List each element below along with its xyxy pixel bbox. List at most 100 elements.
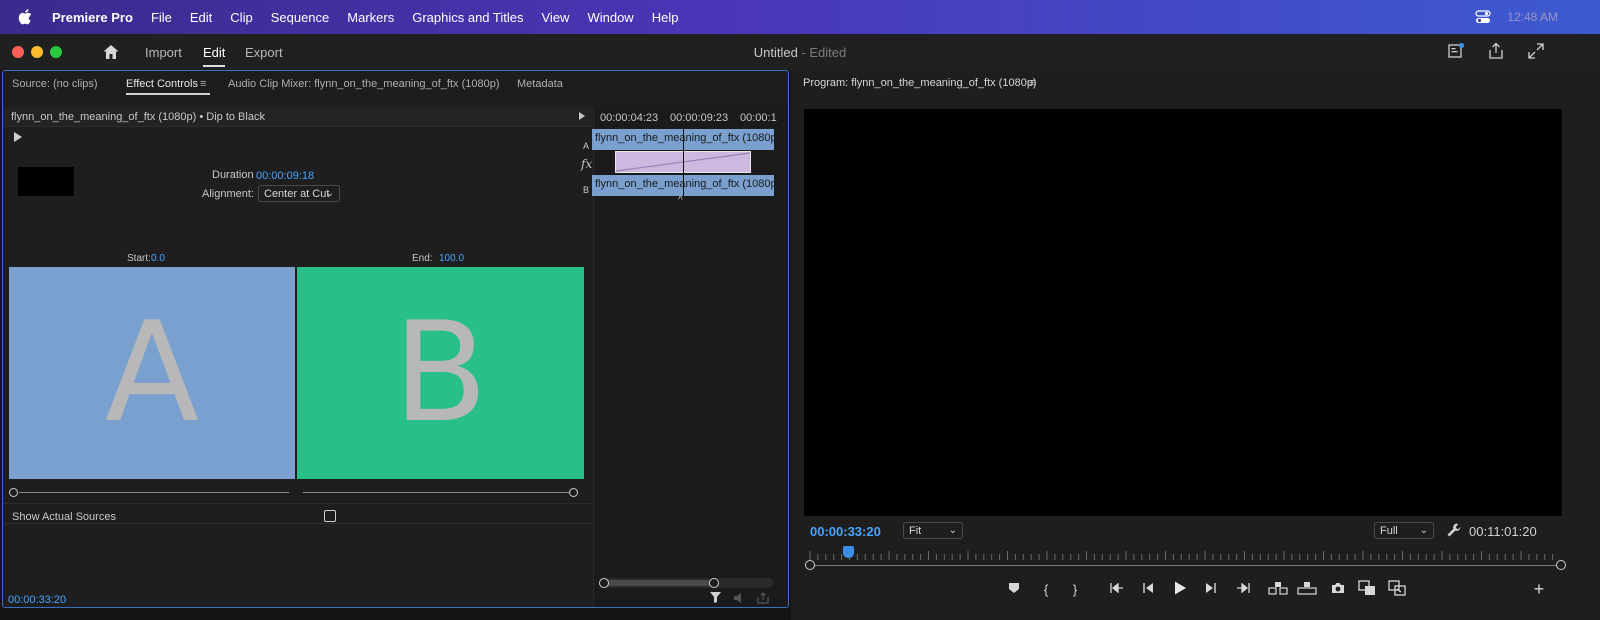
- program-current-timecode[interactable]: 00:00:33:20: [810, 524, 881, 539]
- tab-effect-controls[interactable]: Effect Controls: [126, 78, 198, 90]
- menu-edit[interactable]: Edit: [190, 10, 212, 25]
- timeline-playhead[interactable]: [683, 126, 684, 199]
- duration-value[interactable]: 00:00:09:18: [256, 170, 314, 182]
- go-to-out-icon[interactable]: [1235, 581, 1251, 595]
- menu-markers[interactable]: Markers: [347, 10, 394, 25]
- comparison-view-icon[interactable]: [1358, 580, 1376, 596]
- settings-wrench-icon[interactable]: [1446, 522, 1462, 538]
- tab-edit[interactable]: Edit: [203, 45, 225, 60]
- alignment-dropdown[interactable]: Center at Cut ⌄: [258, 185, 340, 202]
- preview-clip-b: B: [297, 267, 584, 479]
- program-playhead-marker[interactable]: [842, 546, 854, 558]
- menu-bar-clock: 12:48 AM: [1507, 10, 1558, 24]
- home-icon[interactable]: [102, 43, 120, 61]
- menu-app-name[interactable]: Premiere Pro: [52, 10, 133, 25]
- scrollbar-right-handle[interactable]: [709, 578, 719, 588]
- macos-menu-bar: Premiere Pro File Edit Clip Sequence Mar…: [0, 0, 1600, 34]
- clip-b-name: flynn_on_the_meaning_of_ftx (1080p).mp4: [595, 178, 774, 190]
- fx-badge: fx: [581, 157, 593, 171]
- program-video-frame[interactable]: [804, 109, 1562, 516]
- menu-file[interactable]: File: [151, 10, 172, 25]
- minimize-window-button[interactable]: [31, 46, 43, 58]
- menu-view[interactable]: View: [542, 10, 570, 25]
- zoom-scroll-left-handle[interactable]: [805, 560, 815, 570]
- start-value[interactable]: 0.0: [151, 253, 165, 264]
- start-slider-track[interactable]: [19, 492, 289, 493]
- menu-clip[interactable]: Clip: [230, 10, 252, 25]
- menu-graphics-and-titles[interactable]: Graphics and Titles: [412, 10, 523, 25]
- share-icon[interactable]: [1487, 42, 1505, 60]
- step-back-icon[interactable]: [1141, 581, 1155, 595]
- apple-logo-icon[interactable]: [18, 8, 34, 26]
- document-status: - Edited: [801, 45, 847, 60]
- preview-clip-a: A: [9, 267, 295, 479]
- end-label: End:: [412, 253, 433, 264]
- duration-label: Duration: [212, 169, 254, 181]
- filter-icon[interactable]: [709, 591, 723, 605]
- playhead-caret-icon[interactable]: ^: [678, 195, 683, 206]
- timeline-scrollbar[interactable]: [599, 578, 773, 588]
- start-slider-knob[interactable]: [9, 488, 18, 497]
- time-ruler-ticks[interactable]: [808, 550, 1560, 560]
- mark-in-icon[interactable]: {: [1036, 579, 1056, 599]
- tab-export[interactable]: Export: [245, 45, 283, 60]
- go-to-in-icon[interactable]: [1109, 581, 1125, 595]
- track-a-label: A: [583, 141, 590, 151]
- playback-resolution-dropdown[interactable]: Full ⌄: [1374, 522, 1434, 539]
- play-icon[interactable]: [1173, 580, 1187, 596]
- proxy-toggle-icon[interactable]: [1388, 580, 1406, 596]
- audio-only-icon[interactable]: [732, 591, 746, 605]
- zoom-window-button[interactable]: [50, 46, 62, 58]
- overwrite-icon[interactable]: [1297, 580, 1317, 596]
- effect-clip-title: flynn_on_the_meaning_of_ftx (1080p) • Di…: [11, 111, 265, 123]
- menu-sequence[interactable]: Sequence: [271, 10, 330, 25]
- quick-export-icon[interactable]: [1447, 42, 1465, 60]
- tab-source[interactable]: Source: (no clips): [12, 78, 98, 90]
- timeline-ruler[interactable]: 00:00:04:23 00:00:09:23 00:00:1: [594, 107, 788, 127]
- active-tab-underline: [203, 65, 225, 67]
- end-value[interactable]: 100.0: [439, 253, 464, 264]
- alignment-value: Center at Cut: [264, 188, 330, 200]
- add-marker-icon[interactable]: [1007, 581, 1021, 595]
- panel-menu-icon[interactable]: ≡: [1029, 77, 1035, 89]
- program-scrub-bar[interactable]: [810, 565, 1562, 566]
- track-b-label: B: [583, 185, 590, 195]
- chevron-down-icon: ⌄: [325, 188, 334, 199]
- chevron-down-icon: ⌄: [1419, 525, 1428, 536]
- control-center-icon[interactable]: [1475, 10, 1491, 24]
- scrollbar-left-handle[interactable]: [599, 578, 609, 588]
- export-frame-camera-icon[interactable]: [1330, 580, 1346, 596]
- program-duration-timecode: 00:11:01:20: [1469, 524, 1537, 539]
- current-timecode[interactable]: 00:00:33:20: [8, 594, 66, 606]
- tab-import[interactable]: Import: [145, 45, 182, 60]
- insert-icon[interactable]: [1268, 580, 1288, 596]
- show-actual-sources-checkbox[interactable]: [324, 510, 336, 522]
- zoom-level-dropdown[interactable]: Fit ⌄: [903, 522, 963, 539]
- expand-timeline-icon[interactable]: [579, 112, 585, 120]
- fullscreen-icon[interactable]: [1527, 42, 1545, 60]
- ruler-tick-label: 00:00:09:23: [670, 112, 729, 124]
- tab-audio-clip-mixer[interactable]: Audio Clip Mixer: flynn_on_the_meaning_o…: [228, 78, 500, 90]
- program-monitor-title[interactable]: Program: flynn_on_the_meaning_of_ftx (10…: [803, 77, 1037, 89]
- end-slider-knob[interactable]: [569, 488, 578, 497]
- effect-controls-properties: flynn_on_the_meaning_of_ftx (1080p) • Di…: [3, 107, 592, 607]
- play-transition-preview-icon[interactable]: [14, 132, 22, 142]
- mark-out-icon[interactable]: }: [1065, 579, 1085, 599]
- ruler-tick-label: 00:00:04:23: [600, 112, 659, 124]
- panel-menu-icon[interactable]: ≡: [200, 78, 206, 90]
- zoom-scroll-right-handle[interactable]: [1556, 560, 1566, 570]
- menu-window[interactable]: Window: [587, 10, 633, 25]
- document-title: Untitled - Edited: [0, 45, 1600, 60]
- tab-metadata[interactable]: Metadata: [517, 78, 563, 90]
- menu-help[interactable]: Help: [652, 10, 679, 25]
- scrollbar-thumb[interactable]: [603, 580, 715, 586]
- effect-header: flynn_on_the_meaning_of_ftx (1080p) • Di…: [3, 107, 592, 127]
- step-forward-icon[interactable]: [1204, 581, 1218, 595]
- export-frame-icon[interactable]: [756, 591, 770, 605]
- add-button-icon[interactable]: +: [1529, 579, 1549, 599]
- end-slider-track[interactable]: [303, 492, 573, 493]
- document-name: Untitled: [753, 45, 798, 60]
- window-controls: [12, 46, 62, 58]
- close-window-button[interactable]: [12, 46, 24, 58]
- clip-a-name: flynn_on_the_meaning_of_ftx (1080p).mp4: [595, 132, 774, 144]
